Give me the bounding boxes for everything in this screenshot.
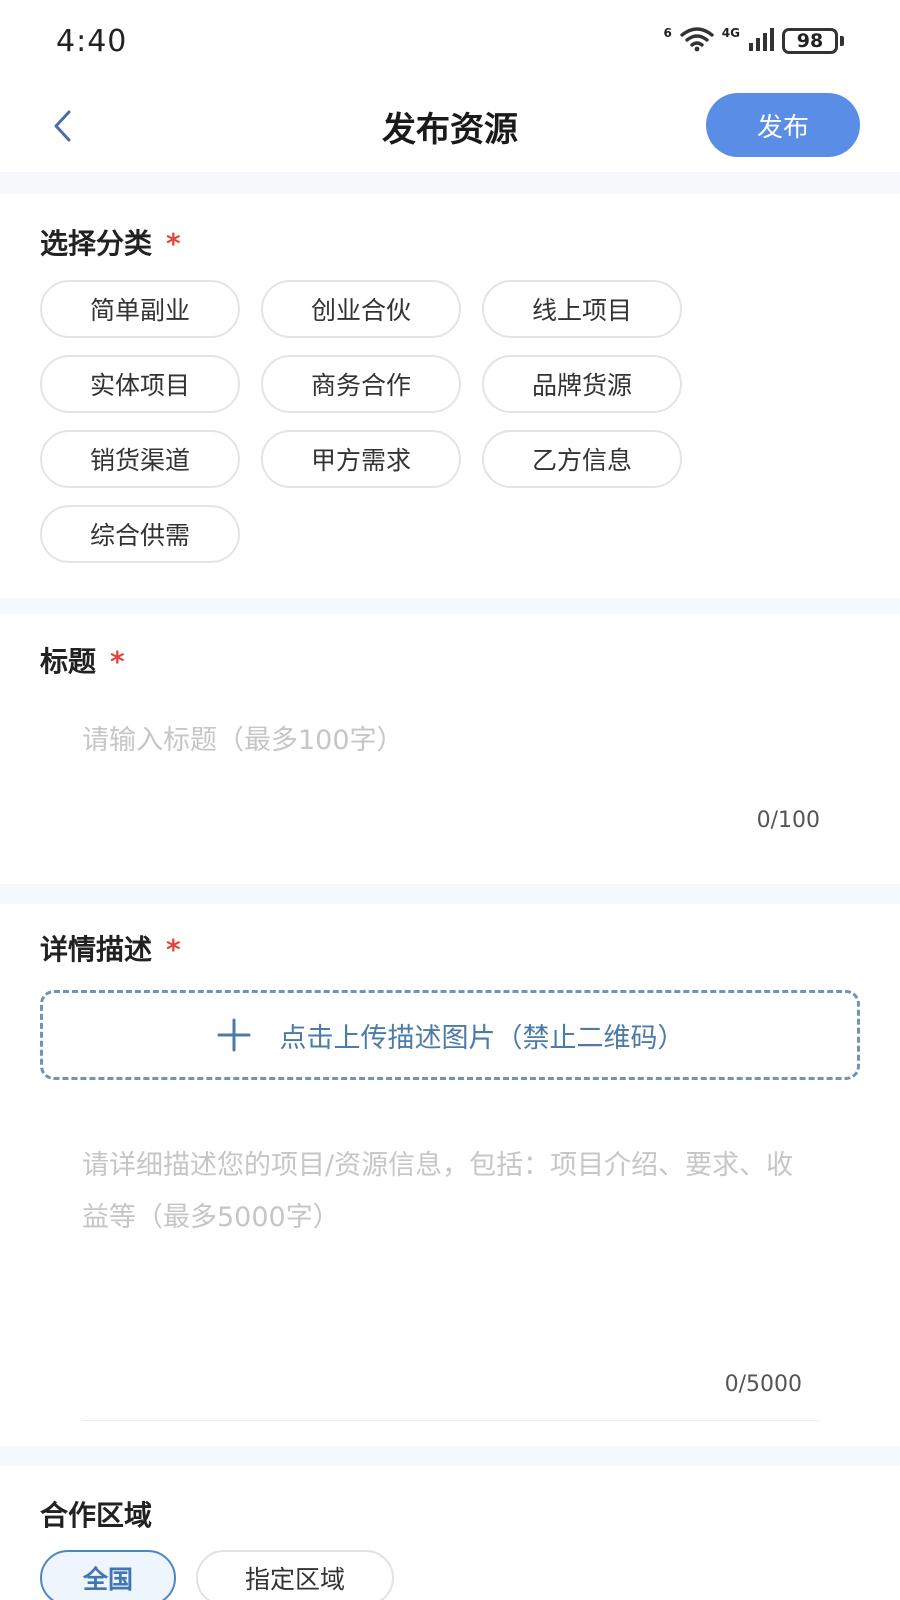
required-marker: * bbox=[166, 227, 181, 260]
description-textarea[interactable] bbox=[82, 1140, 820, 1340]
title-label-text: 标题 bbox=[40, 645, 97, 678]
category-chip[interactable]: 综合供需 bbox=[40, 505, 240, 563]
status-time: 4:40 bbox=[56, 24, 128, 59]
battery-level: 98 bbox=[782, 28, 838, 54]
upload-image-label: 点击上传描述图片（禁止二维码） bbox=[279, 1022, 685, 1054]
section-divider bbox=[0, 598, 900, 614]
region-chip[interactable]: 指定区域 bbox=[196, 1550, 394, 1600]
category-chip[interactable]: 商务合作 bbox=[261, 355, 461, 413]
upload-image-button[interactable]: 点击上传描述图片（禁止二维码） bbox=[40, 990, 860, 1080]
title-label: 标题 * bbox=[40, 640, 125, 680]
category-chip[interactable]: 简单副业 bbox=[40, 280, 240, 338]
section-divider bbox=[0, 884, 900, 904]
region-label: 合作区域 bbox=[40, 1499, 153, 1532]
section-divider bbox=[0, 1446, 900, 1466]
category-chip[interactable]: 实体项目 bbox=[40, 355, 240, 413]
wifi-version-label: 6 bbox=[663, 26, 672, 40]
category-chip[interactable]: 品牌货源 bbox=[482, 355, 682, 413]
title-field: 0/100 bbox=[82, 710, 820, 850]
category-chip[interactable]: 销货渠道 bbox=[40, 430, 240, 488]
required-marker: * bbox=[166, 933, 181, 966]
wifi-icon bbox=[680, 26, 714, 56]
publish-button[interactable]: 发布 bbox=[706, 93, 860, 157]
back-button[interactable] bbox=[42, 102, 82, 150]
battery-indicator: 98 bbox=[782, 28, 844, 54]
description-label-text: 详情描述 bbox=[40, 933, 153, 966]
description-char-counter: 0/5000 bbox=[724, 1372, 802, 1397]
signal-icon bbox=[748, 26, 774, 56]
category-chip[interactable]: 乙方信息 bbox=[482, 430, 682, 488]
nav-bar: 发布资源 发布 bbox=[0, 80, 900, 172]
status-icons: 6 4G 98 bbox=[663, 26, 844, 56]
category-chip[interactable]: 线上项目 bbox=[482, 280, 682, 338]
category-options: 简单副业 创业合伙 线上项目实体项目 商务合作 品牌货源销货渠道 甲方需求 乙方信息综合供需 bbox=[40, 280, 720, 563]
category-chip[interactable]: 创业合伙 bbox=[261, 280, 461, 338]
required-marker: * bbox=[110, 645, 125, 678]
category-chip[interactable]: 甲方需求 bbox=[261, 430, 461, 488]
description-label: 详情描述 * bbox=[40, 928, 181, 968]
plus-icon bbox=[216, 1017, 252, 1053]
chevron-left-icon bbox=[54, 110, 71, 142]
status-bar: 4:40 6 4G 98 bbox=[0, 0, 900, 80]
section-divider bbox=[0, 172, 900, 194]
category-label-text: 选择分类 bbox=[40, 227, 153, 260]
title-input[interactable] bbox=[82, 710, 820, 770]
region-options: 全国 指定区域 bbox=[40, 1550, 394, 1600]
region-chip[interactable]: 全国 bbox=[40, 1550, 176, 1600]
title-char-counter: 0/100 bbox=[756, 808, 820, 833]
category-label: 选择分类 * bbox=[40, 222, 181, 262]
battery-tip bbox=[840, 36, 844, 46]
network-type-label: 4G bbox=[721, 26, 740, 40]
description-divider bbox=[82, 1420, 820, 1421]
